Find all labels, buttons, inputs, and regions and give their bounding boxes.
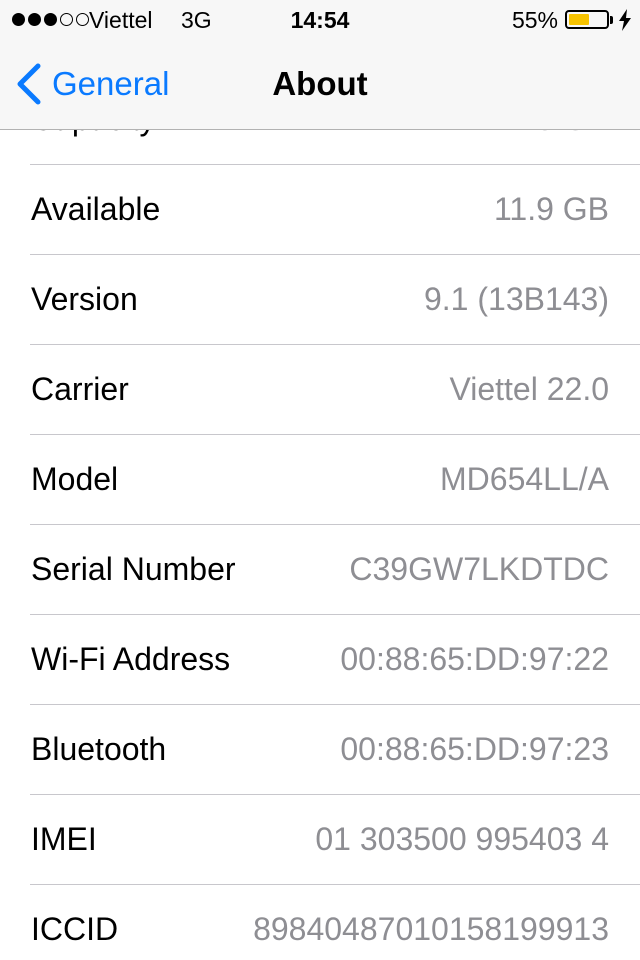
- row-label: Carrier: [31, 371, 129, 407]
- row-label: IMEI: [31, 821, 97, 857]
- battery-tip: [610, 16, 613, 24]
- list-item-iccid: ICCID 89840487010158199913: [0, 885, 640, 960]
- row-value: MD654LL/A: [440, 461, 609, 497]
- battery-percentage: 55%: [511, 7, 558, 33]
- row-label: Wi-Fi Address: [31, 641, 231, 677]
- list-item-version: Version 9.1 (13B143): [0, 255, 640, 345]
- row-value: Viettel 22.0: [449, 371, 609, 407]
- list-item-wifi-address: Wi-Fi Address 00:88:65:DD:97:22: [0, 615, 640, 705]
- row-label: Version: [31, 281, 138, 317]
- bolt-icon: [619, 9, 631, 31]
- battery-level-fill: [569, 14, 589, 25]
- battery-icon: [565, 10, 609, 29]
- status-bar: Viettel 3G 14:54 55%: [0, 0, 640, 40]
- list-item-available: Available 11.9 GB: [0, 165, 640, 255]
- row-value: 11.9 GB: [493, 191, 609, 227]
- row-value: 00:88:65:DD:97:22: [340, 641, 609, 677]
- about-info-list: Capacity 12.5 GB Available 11.9 GB Versi…: [0, 75, 640, 960]
- list-item-bluetooth: Bluetooth 00:88:65:DD:97:23: [0, 705, 640, 795]
- row-label: Available: [31, 191, 161, 227]
- row-value: 89840487010158199913: [253, 911, 609, 947]
- list-item-carrier[interactable]: Carrier Viettel 22.0: [0, 345, 640, 435]
- list-item-serial-number: Serial Number C39GW7LKDTDC: [0, 525, 640, 615]
- row-value: 01 303500 995403 4: [315, 821, 609, 857]
- row-label: Bluetooth: [31, 731, 167, 767]
- row-value: C39GW7LKDTDC: [349, 551, 609, 587]
- page-title: About: [272, 65, 368, 102]
- row-label: Model: [31, 461, 119, 497]
- list-item-model[interactable]: Model MD654LL/A: [0, 435, 640, 525]
- row-value: 9.1 (13B143): [423, 281, 609, 317]
- list-item-imei: IMEI 01 303500 995403 4: [0, 795, 640, 885]
- navigation-bar: General About: [0, 40, 640, 130]
- about-screen: Viettel 3G 14:54 55% General About Capac…: [0, 0, 640, 960]
- row-value: 00:88:65:DD:97:23: [340, 731, 609, 767]
- row-label: ICCID: [31, 911, 119, 947]
- row-label: Serial Number: [31, 551, 236, 587]
